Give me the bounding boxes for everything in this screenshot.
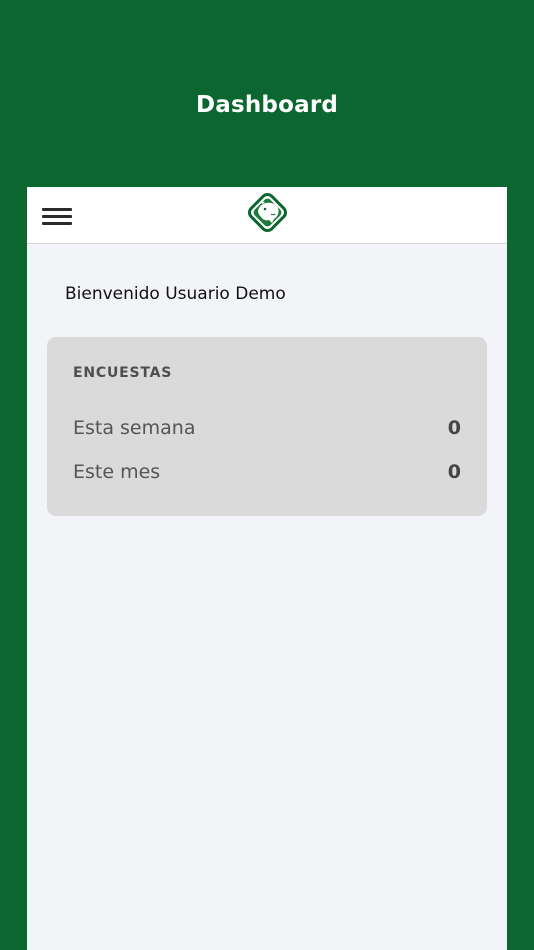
stat-row-this-week: Esta semana 0 [73, 417, 461, 439]
stat-row-this-month: Este mes 0 [73, 461, 461, 483]
hamburger-menu-icon[interactable] [41, 205, 73, 227]
survey-summary-card: ENCUESTAS Esta semana 0 Este mes 0 [47, 337, 487, 516]
stat-value: 0 [447, 461, 461, 483]
menu-bar-top [42, 208, 72, 211]
menu-bar-bottom [42, 222, 72, 225]
card-title: ENCUESTAS [73, 365, 173, 381]
menu-bar-middle [42, 215, 72, 218]
stat-label: Este mes [73, 461, 161, 483]
top-navbar [27, 187, 507, 244]
stat-label: Esta semana [73, 417, 196, 439]
welcome-message: Bienvenido Usuario Demo [65, 284, 286, 304]
puma-logo-icon [247, 192, 288, 233]
page-title: Dashboard [195, 92, 339, 118]
stat-value: 0 [447, 417, 461, 439]
app-frame: Bienvenido Usuario Demo ENCUESTAS Esta s… [27, 187, 507, 950]
